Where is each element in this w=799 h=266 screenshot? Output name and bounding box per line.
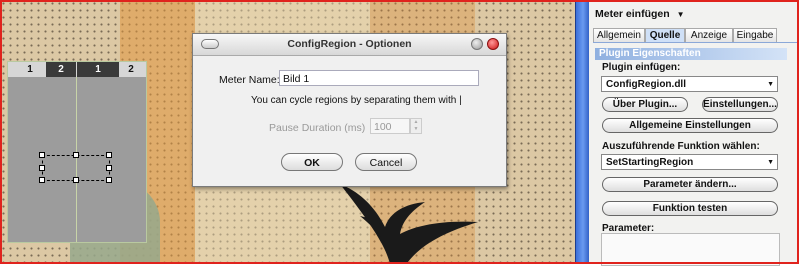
swallow-silhouette [340, 184, 478, 264]
window-edge [575, 0, 590, 264]
resize-handle[interactable] [106, 152, 112, 158]
ok-button[interactable]: OK [281, 153, 343, 171]
plugin-select-value: ConfigRegion.dll [606, 79, 686, 90]
dialog-title: ConfigRegion - Optionen [287, 38, 412, 50]
chevron-down-icon[interactable]: ▼ [767, 155, 774, 170]
plugin-select[interactable]: ConfigRegion.dll ▼ [601, 76, 778, 92]
region-preview[interactable]: 1 2 1 2 [7, 61, 147, 243]
skin-canvas: 1 2 1 2 ConfigRegion - Optionen Meter Na… [0, 0, 575, 264]
cycle-hint: You can cycle regions by separating them… [251, 95, 462, 106]
parameters-field[interactable] [601, 233, 780, 266]
minimize-icon[interactable] [471, 38, 483, 50]
resize-handle[interactable] [39, 165, 45, 171]
tab-quelle[interactable]: Quelle [645, 28, 685, 42]
function-select-value: SetStartingRegion [606, 157, 694, 168]
spin-down-icon[interactable]: ▼ [411, 126, 421, 133]
resize-handle[interactable] [106, 165, 112, 171]
tab-bar: Allgemein Quelle Anzeige Eingabe [593, 28, 799, 43]
pause-duration-label: Pause Duration (ms) [269, 122, 366, 134]
close-icon[interactable] [487, 38, 499, 50]
region-number: 2 [128, 64, 134, 75]
resize-handle[interactable] [73, 177, 79, 183]
resize-handle[interactable] [39, 177, 45, 183]
section-header: Plugin Eigenschaften [595, 48, 787, 60]
chevron-down-icon[interactable]: ▼ [767, 77, 774, 92]
resize-handle[interactable] [73, 152, 79, 158]
tab-allgemein[interactable]: Allgemein [593, 28, 645, 42]
meter-panel: Meter einfügen ▼ Allgemein Quelle Anzeig… [589, 0, 799, 266]
change-parameters-button[interactable]: Parameter ändern... [602, 177, 778, 192]
function-select[interactable]: SetStartingRegion ▼ [601, 154, 778, 170]
function-label: Auszuführende Funktion wählen: [602, 141, 760, 152]
config-region-dialog: ConfigRegion - Optionen Meter Name: Bild… [192, 33, 507, 187]
pause-duration-input[interactable]: 100 [370, 118, 410, 134]
tab-eingabe[interactable]: Eingabe [733, 28, 777, 42]
resize-handle[interactable] [106, 177, 112, 183]
region-number-active: 1 [77, 62, 119, 77]
resize-handle[interactable] [39, 152, 45, 158]
dialog-titlebar[interactable]: ConfigRegion - Optionen [193, 34, 506, 56]
region-number-active: 2 [46, 62, 76, 77]
panel-title[interactable]: Meter einfügen ▼ [595, 8, 685, 20]
dropdown-arrow-icon[interactable]: ▼ [677, 10, 685, 19]
meter-name-label: Meter Name: [219, 74, 280, 86]
settings-button[interactable]: Einstellungen... [702, 97, 778, 112]
general-settings-button[interactable]: Allgemeine Einstellungen [602, 118, 778, 133]
region-divider [76, 77, 77, 242]
cancel-button[interactable]: Cancel [355, 153, 417, 171]
about-plugin-button[interactable]: Über Plugin... [602, 97, 688, 112]
spin-up-icon[interactable]: ▲ [411, 119, 421, 126]
plugin-label: Plugin einfügen: [602, 62, 681, 73]
panel-title-label: Meter einfügen [595, 8, 670, 20]
pause-duration-spinner[interactable]: ▲ ▼ [410, 118, 422, 134]
test-function-button[interactable]: Funktion testen [602, 201, 778, 216]
region-number: 1 [27, 64, 33, 75]
tab-anzeige[interactable]: Anzeige [685, 28, 733, 42]
meter-name-input[interactable]: Bild 1 [279, 70, 479, 86]
